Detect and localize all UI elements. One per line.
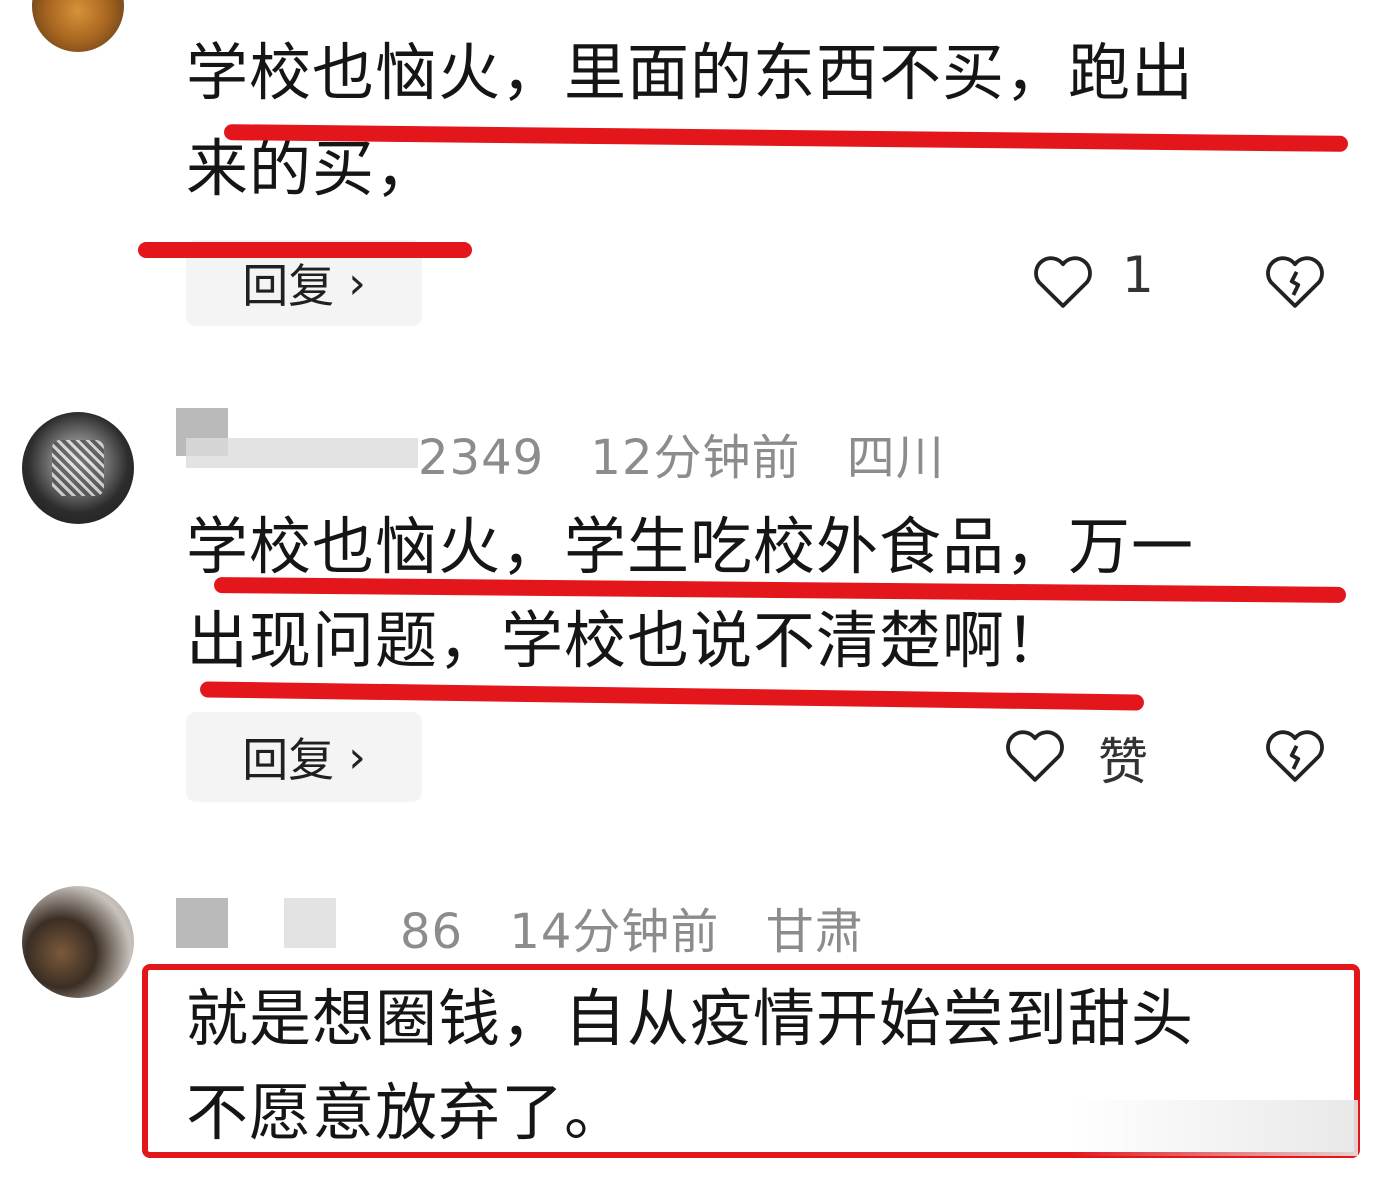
location: 四川 [846, 430, 945, 486]
reply-button[interactable]: 回复 › [186, 712, 422, 802]
avatar[interactable] [22, 412, 134, 524]
like-button[interactable] [1030, 250, 1096, 310]
username[interactable]: 2349 [418, 430, 544, 486]
dislike-button[interactable] [1262, 250, 1328, 310]
comment-meta: 2349 12分钟前 四川 [418, 418, 975, 488]
avatar[interactable] [32, 0, 124, 52]
avatar[interactable] [22, 886, 134, 998]
chevron-right-icon: › [348, 731, 366, 783]
username-redaction [284, 898, 336, 948]
timestamp: 12分钟前 [590, 430, 801, 486]
comment-text-line: 学校也恼火，里面的东西不买，跑出 [186, 36, 1195, 109]
username-redaction [186, 438, 418, 468]
comment-text-line: 出现问题，学校也说不清楚啊！ [186, 604, 1069, 677]
like-label: 赞 [1098, 733, 1148, 791]
dislike-button[interactable] [1262, 724, 1328, 784]
username[interactable]: 86 [400, 904, 463, 960]
watermark-fade [1068, 1100, 1358, 1156]
heart-outline-icon [1006, 730, 1064, 782]
comment-meta: 86 14分钟前 甘肃 [400, 892, 894, 962]
reply-label: 回复 [242, 733, 335, 787]
red-underline [138, 242, 472, 258]
heart-outline-icon [1034, 256, 1092, 308]
location: 甘肃 [765, 904, 864, 960]
timestamp: 14分钟前 [509, 904, 720, 960]
reply-label: 回复 [242, 259, 335, 313]
like-button[interactable] [1002, 724, 1068, 784]
username-redaction [176, 898, 228, 948]
chevron-right-icon: › [348, 257, 366, 309]
like-count: 1 [1122, 246, 1154, 304]
broken-heart-icon [1266, 730, 1324, 782]
broken-heart-icon [1266, 256, 1324, 308]
